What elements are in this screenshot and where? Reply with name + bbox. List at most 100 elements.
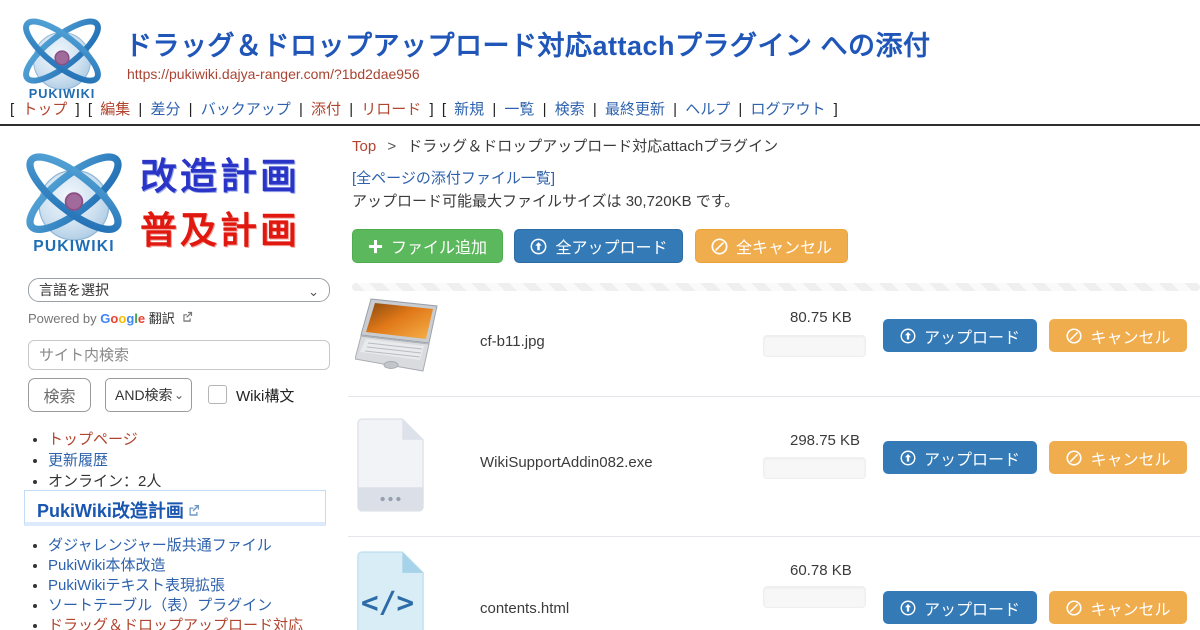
breadcrumb-separator: > xyxy=(387,138,396,155)
cancel-circle-icon xyxy=(1066,600,1082,616)
sidebar-item-core-mods[interactable]: PukiWiki本体改造 xyxy=(48,557,166,574)
cancel-button[interactable]: キャンセル xyxy=(1049,319,1187,352)
bracket: ] xyxy=(76,101,80,118)
banner-fukyuu-text: 普及計画 xyxy=(140,200,300,254)
file-size: 80.75 KB xyxy=(790,309,852,326)
file-size: 298.75 KB xyxy=(790,432,860,449)
pukiwiki-logo[interactable]: PUKIWIKI xyxy=(12,6,112,104)
list-item: オンライン：2人 xyxy=(48,472,161,492)
site-search-input[interactable] xyxy=(28,340,330,370)
nav-item-help[interactable]: ヘルプ xyxy=(685,101,730,118)
file-name: cf-b11.jpg xyxy=(480,333,545,350)
sidebar-section-heading[interactable]: PukiWiki改造計画 xyxy=(24,490,326,526)
powered-by-label: Powered by xyxy=(28,311,97,326)
sidebar-banner[interactable]: PUKIWIKI 改造計画 普及計画 xyxy=(14,138,344,258)
bracket: ] xyxy=(834,101,838,118)
cancel-all-label: 全キャンセル xyxy=(736,234,832,258)
generic-file-icon xyxy=(355,418,426,513)
nav-item-recent[interactable]: 最終更新 xyxy=(605,101,665,118)
separator: | xyxy=(492,101,496,118)
cancel-label: キャンセル xyxy=(1090,324,1170,348)
svg-text:</>: </> xyxy=(361,585,414,619)
separator: | xyxy=(299,101,303,118)
cancel-all-button[interactable]: 全キャンセル xyxy=(695,229,848,263)
list-item: PukiWiki本体改造 xyxy=(48,556,338,575)
nav-item-logout[interactable]: ログアウト xyxy=(750,101,825,118)
pukiwiki-atom-icon: PUKIWIKI xyxy=(12,6,112,104)
upload-label: アップロード xyxy=(924,596,1020,620)
sidebar: PUKIWIKI 改造計画 普及計画 言語を選択 ⌄ Powered by Go… xyxy=(8,132,348,630)
sidebar-item-common-files[interactable]: ダジャレンジャー版共通ファイル xyxy=(48,537,272,554)
row-actions: アップロード キャンセル xyxy=(883,319,1187,352)
laptop-photo-thumbnail xyxy=(355,297,447,379)
row-actions: アップロード キャンセル xyxy=(883,441,1187,474)
list-item: トップページ xyxy=(48,430,161,450)
upload-toolbar: ファイル追加 全アップロード 全キャンセル xyxy=(352,229,848,263)
list-item: ダジャレンジャー版共通ファイル xyxy=(48,536,338,555)
svg-text:PUKIWIKI: PUKIWIKI xyxy=(33,238,115,255)
bracket: ] xyxy=(429,101,433,118)
row-actions: アップロード キャンセル xyxy=(883,591,1187,624)
sidebar-item-toppage[interactable]: トップページ xyxy=(48,431,138,448)
breadcrumb-top-link[interactable]: Top xyxy=(352,138,376,155)
sidebar-links: ダジャレンジャー版共通ファイル PukiWiki本体改造 PukiWikiテキス… xyxy=(48,536,338,630)
upload-circle-icon xyxy=(900,328,916,344)
search-mode-select[interactable]: AND検索 ⌄ xyxy=(105,378,192,412)
search-mode-value: AND検索 xyxy=(115,387,173,403)
file-row: cf-b11.jpg 80.75 KB アップロード キャンセル xyxy=(352,290,1200,396)
translate-link[interactable]: 翻訳 xyxy=(149,311,175,326)
separator: | xyxy=(349,101,353,118)
language-select-value: 言語を選択 xyxy=(39,282,109,298)
banner-kaizou-text: 改造計画 xyxy=(140,146,300,200)
cancel-button[interactable]: キャンセル xyxy=(1049,591,1187,624)
upload-button[interactable]: アップロード xyxy=(883,319,1037,352)
cancel-circle-icon xyxy=(711,238,728,255)
separator: | xyxy=(673,101,677,118)
add-file-label: ファイル追加 xyxy=(391,234,487,258)
nav-item-search[interactable]: 検索 xyxy=(555,101,585,118)
wiki-syntax-checkbox[interactable] xyxy=(208,385,227,404)
upload-button[interactable]: アップロード xyxy=(883,441,1037,474)
add-file-button[interactable]: ファイル追加 xyxy=(352,229,503,263)
bracket: [ xyxy=(88,101,92,118)
language-select[interactable]: 言語を選択 ⌄ xyxy=(28,278,330,302)
cancel-label: キャンセル xyxy=(1090,446,1170,470)
separator: | xyxy=(593,101,597,118)
external-link-icon xyxy=(188,504,200,516)
upload-progress-bar xyxy=(763,457,866,479)
sidebar-item-sorttable[interactable]: ソートテーブル（表）プラグイン xyxy=(48,597,272,614)
plus-icon xyxy=(368,239,383,254)
search-button[interactable]: 検索 xyxy=(28,378,91,412)
separator: | xyxy=(138,101,142,118)
chevron-down-icon: ⌄ xyxy=(308,281,319,303)
page-url-link[interactable]: https://pukiwiki.dajya-ranger.com/?1bd2d… xyxy=(127,66,420,82)
sidebar-item-attach-plugin[interactable]: ドラッグ＆ドロップアップロード対応attachプラグイン xyxy=(48,617,303,630)
sidebar-item-history[interactable]: 更新履歴 xyxy=(48,452,108,469)
nav-item-new[interactable]: 新規 xyxy=(454,101,484,118)
nav-item-list[interactable]: 一覧 xyxy=(504,101,534,118)
sidebar-item-text-ext[interactable]: PukiWikiテキスト表現拡張 xyxy=(48,577,225,594)
wiki-syntax-label: Wiki構文 xyxy=(236,385,294,406)
top-navigation: [ トップ ] [ 編集 | 差分 | バックアップ | 添付 | リロード ]… xyxy=(8,98,840,119)
file-name: WikiSupportAddin082.exe xyxy=(480,454,653,471)
all-attachments-link[interactable]: [全ページの添付ファイル一覧] xyxy=(352,167,555,188)
cancel-button[interactable]: キャンセル xyxy=(1049,441,1187,474)
pukiwiki-atom-icon: PUKIWIKI xyxy=(14,138,134,258)
nav-item-attach[interactable]: 添付 xyxy=(311,101,341,118)
breadcrumb: Top > ドラッグ＆ドロップアップロード対応attachプラグイン xyxy=(352,135,778,156)
upload-button[interactable]: アップロード xyxy=(883,591,1037,624)
pukiwiki-attach-page: PUKIWIKI ドラッグ＆ドロップアップロード対応attachプラグイン への… xyxy=(0,0,1200,630)
list-item: 更新履歴 xyxy=(48,451,161,471)
nav-item-backup[interactable]: バックアップ xyxy=(201,101,291,118)
upload-progress-bar xyxy=(763,335,866,357)
upload-progress-bar xyxy=(763,586,866,608)
nav-item-reload[interactable]: リロード xyxy=(361,101,421,118)
nav-item-edit[interactable]: 編集 xyxy=(100,101,130,118)
upload-circle-icon xyxy=(900,600,916,616)
upload-label: アップロード xyxy=(924,446,1020,470)
google-logo-letter: G xyxy=(100,311,110,326)
header-divider xyxy=(0,124,1200,126)
nav-item-top[interactable]: トップ xyxy=(22,101,67,118)
upload-all-button[interactable]: 全アップロード xyxy=(514,229,683,263)
nav-item-diff[interactable]: 差分 xyxy=(150,101,180,118)
